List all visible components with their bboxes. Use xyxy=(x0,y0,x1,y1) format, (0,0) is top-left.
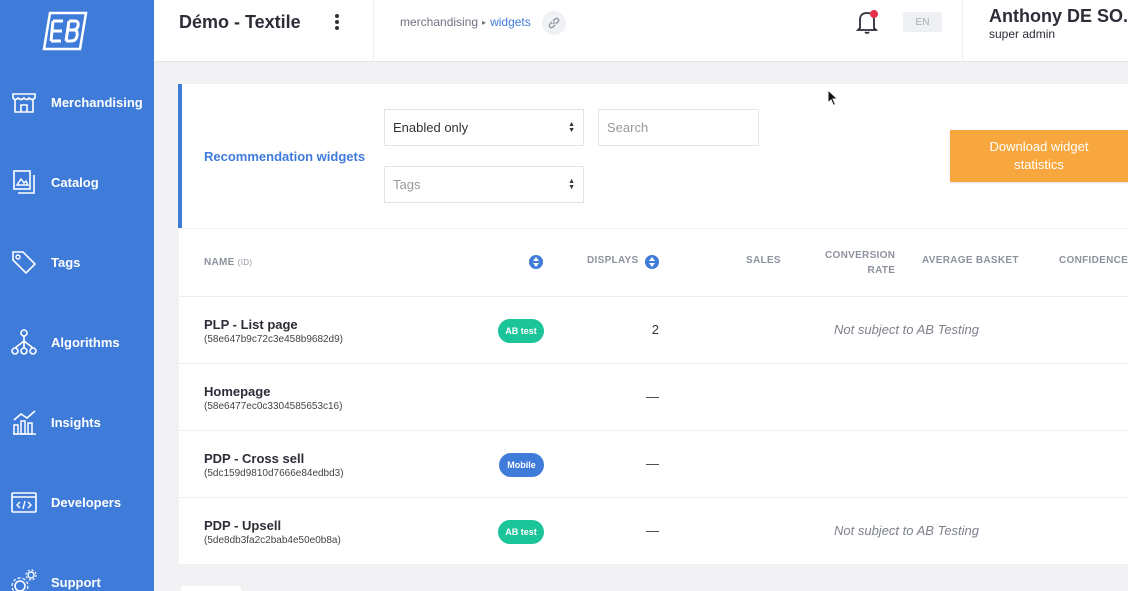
widgets-table: NAME (ID) DISPLAYS SALES CONVERSION RATE… xyxy=(179,229,1128,564)
widget-id: (58e647b9c72c3e458b9682d9) xyxy=(204,334,344,345)
sidebar-item-merchandising[interactable]: Merchandising xyxy=(0,82,154,122)
more-options-icon[interactable] xyxy=(330,12,344,34)
sidebar-item-label: Insights xyxy=(51,414,101,430)
sort-displays-icon[interactable] xyxy=(645,255,659,269)
sidebar-item-label: Algorithms xyxy=(51,334,120,350)
widget-id: (5dc159d9810d7666e84edbd3) xyxy=(204,468,344,479)
breadcrumb-current: widgets xyxy=(490,15,531,29)
column-header-sales[interactable]: SALES xyxy=(746,255,781,266)
chevron-right-icon: ▸ xyxy=(482,17,487,27)
copy-link-button[interactable] xyxy=(542,11,566,35)
logo-icon xyxy=(42,11,88,51)
widget-name[interactable]: PDP - Upsell xyxy=(204,518,281,533)
tags-filter-select[interactable]: Tags ▲ ▼ xyxy=(384,166,584,203)
table-row[interactable]: PLP - List page (58e647b9c72c3e458b9682d… xyxy=(179,296,1128,363)
displays-value: — xyxy=(646,456,659,471)
column-header-confidence[interactable]: CONFIDENCE xyxy=(1059,255,1128,266)
language-switch[interactable]: EN xyxy=(903,12,942,32)
sidebar-item-label: Tags xyxy=(51,254,81,270)
brand-logo[interactable] xyxy=(0,0,154,62)
ab-test-badge: AB test xyxy=(498,520,544,544)
select-arrows-icon: ▲ ▼ xyxy=(568,121,575,134)
breadcrumb-parent[interactable]: merchandising xyxy=(400,15,478,29)
tags-filter-placeholder: Tags xyxy=(393,177,421,192)
widget-id: (5de8db3fa2c2bab4e50e0b8a) xyxy=(204,535,341,546)
download-statistics-button[interactable]: Download widget statistics xyxy=(950,130,1128,182)
sidebar-item-algorithms[interactable]: Algorithms xyxy=(0,322,154,362)
section-title: Recommendation widgets xyxy=(204,149,366,164)
breadcrumb: merchandising ▸ widgets xyxy=(400,15,531,29)
sidebar-item-label: Support xyxy=(51,574,101,590)
sidebar-item-catalog[interactable]: Catalog xyxy=(0,162,154,202)
code-icon xyxy=(11,492,37,513)
widget-name[interactable]: PLP - List page xyxy=(204,317,298,332)
support-gears-icon xyxy=(11,569,37,591)
user-name[interactable]: Anthony DE SO... xyxy=(989,6,1128,27)
table-row[interactable]: PDP - Cross sell (5dc159d9810d7666e84edb… xyxy=(179,430,1128,497)
ab-testing-note: Not subject to AB Testing xyxy=(834,322,980,337)
mobile-badge: Mobile xyxy=(499,453,544,477)
algorithm-icon xyxy=(11,329,37,355)
column-header-displays[interactable]: DISPLAYS xyxy=(587,255,639,266)
sidebar-item-label: Catalog xyxy=(51,174,99,190)
header-divider xyxy=(373,0,374,62)
displays-value: 2 xyxy=(651,322,659,337)
sidebar-item-label: Developers xyxy=(51,494,122,510)
sidebar-item-developers[interactable]: Developers xyxy=(0,482,154,522)
header-divider xyxy=(962,0,963,62)
tag-icon xyxy=(12,251,37,275)
sidebar-item-tags[interactable]: Tags xyxy=(0,242,154,282)
catalog-icon xyxy=(13,170,35,194)
displays-value: — xyxy=(646,389,659,404)
select-arrows-icon: ▲ ▼ xyxy=(568,178,575,191)
status-filter-value: Enabled only xyxy=(393,120,469,135)
displays-value: — xyxy=(646,523,659,538)
widget-name[interactable]: Homepage xyxy=(204,384,270,399)
widget-filter-panel: Recommendation widgets Enabled only ▲ ▼ S… xyxy=(178,84,1128,228)
sidebar: Merchandising Catalog Tags Algorithms In… xyxy=(0,0,154,591)
column-header-name[interactable]: NAME (ID) xyxy=(204,257,252,268)
column-header-name-sub: (ID) xyxy=(237,258,253,267)
notification-dot xyxy=(870,10,878,18)
ab-test-badge: AB test xyxy=(498,319,544,343)
link-icon xyxy=(548,17,560,29)
table-row[interactable]: PDP - Upsell (5de8db3fa2c2bab4e50e0b8a) … xyxy=(179,497,1128,564)
app-title[interactable]: Démo - Textile xyxy=(179,12,301,33)
widget-name[interactable]: PDP - Cross sell xyxy=(204,451,304,466)
widget-id: (58e6477ec0c3304585653c16) xyxy=(204,401,343,412)
column-header-conversion-rate[interactable]: CONVERSION RATE xyxy=(825,248,895,278)
sidebar-item-insights[interactable]: Insights xyxy=(0,402,154,442)
sidebar-item-support[interactable]: Support xyxy=(0,562,154,591)
pagination-tab[interactable] xyxy=(181,586,241,591)
storefront-icon xyxy=(12,93,36,113)
ab-testing-note: Not subject to AB Testing xyxy=(834,523,980,538)
column-header-average-basket[interactable]: AVERAGE BASKET xyxy=(922,255,1019,266)
table-row[interactable]: Homepage (58e6477ec0c3304585653c16) — xyxy=(179,363,1128,430)
user-role: super admin xyxy=(989,27,1056,41)
top-header: Démo - Textile merchandising ▸ widgets E… xyxy=(154,0,1128,62)
search-input[interactable]: Search xyxy=(598,109,759,146)
mouse-cursor-icon xyxy=(827,89,839,107)
status-filter-select[interactable]: Enabled only ▲ ▼ xyxy=(384,109,584,146)
sort-type-icon[interactable] xyxy=(529,255,543,269)
insights-chart-icon xyxy=(13,410,36,435)
sidebar-item-label: Merchandising xyxy=(51,94,143,110)
